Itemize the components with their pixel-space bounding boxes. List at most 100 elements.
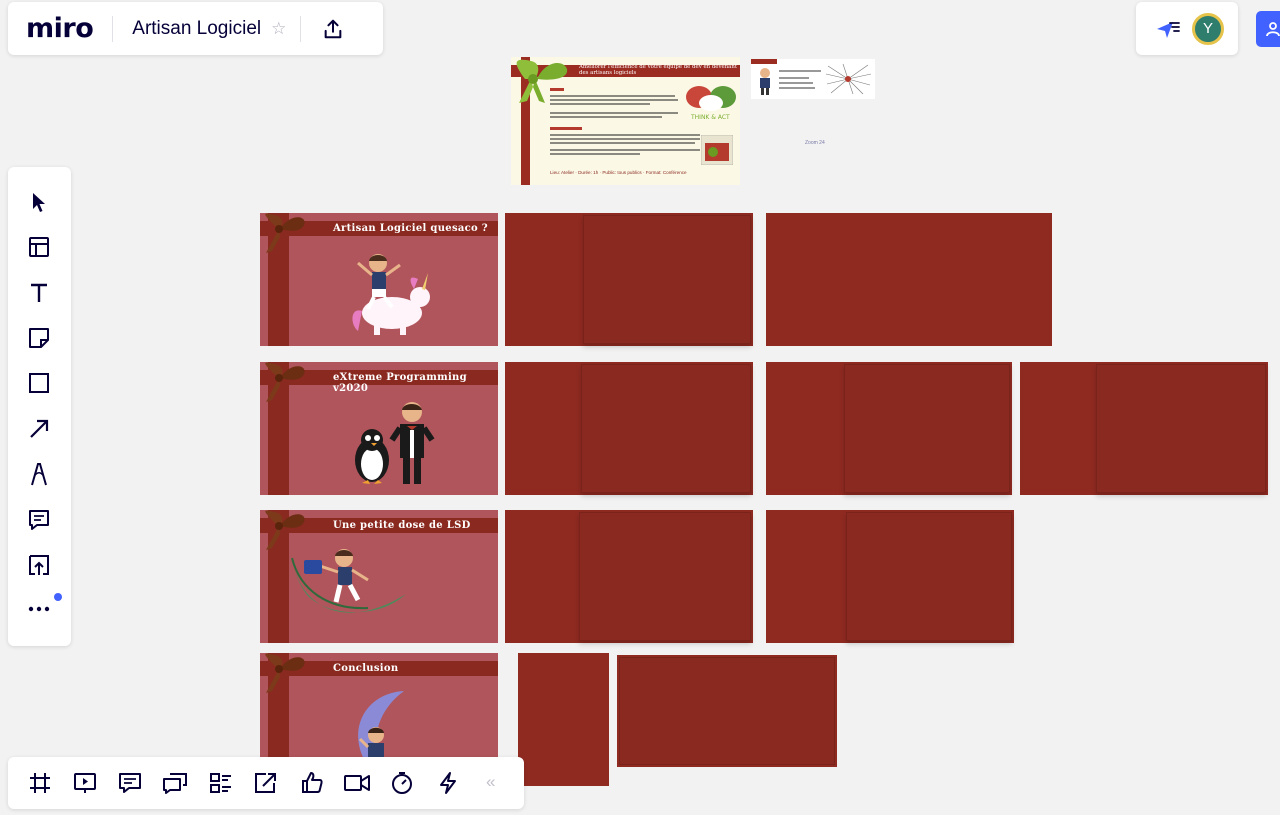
doc-text-line — [550, 112, 678, 114]
comments-button[interactable] — [116, 769, 144, 797]
creation-toolbar — [8, 167, 71, 646]
doves-illustration: THINK & ACT — [686, 86, 736, 121]
collaboration-panel: Y — [1136, 2, 1238, 55]
frame-placeholder[interactable] — [766, 362, 1012, 495]
slide-title: Artisan Logiciel quesaco ? — [333, 223, 488, 234]
frame-inner-card[interactable] — [619, 657, 835, 765]
board-title[interactable]: Artisan Logiciel — [132, 18, 261, 40]
voting-button[interactable] — [298, 769, 326, 797]
sticky-note-tool[interactable] — [25, 324, 53, 352]
user-icon — [1266, 22, 1280, 37]
card-button[interactable] — [207, 769, 235, 797]
slide-lsd[interactable]: Une petite dose de LSD — [260, 510, 498, 643]
book-cover-illustration — [701, 135, 733, 165]
avatar-sticker-icon — [760, 68, 770, 95]
reactions-button[interactable] — [1154, 15, 1182, 43]
doc-footer: Lieu: Atelier · Durée: 1h · Public: tous… — [550, 170, 687, 175]
slide-title: Conclusion — [333, 663, 399, 674]
frame-inner-card[interactable] — [846, 512, 1012, 641]
lightning-icon — [440, 772, 456, 794]
miro-logo[interactable]: miro — [26, 13, 94, 44]
doc-section-heading — [550, 127, 582, 130]
sticky-note-icon — [29, 328, 49, 348]
doc-text-line — [550, 116, 662, 118]
export-button[interactable] — [319, 15, 347, 43]
upload-icon — [29, 555, 49, 575]
comment-icon — [29, 510, 49, 530]
frame-inner-card[interactable] — [579, 512, 751, 641]
frame-inner-card[interactable] — [1096, 364, 1266, 493]
square-icon — [29, 373, 49, 393]
frame-placeholder[interactable] — [1020, 362, 1268, 495]
mini-text-line — [779, 87, 815, 89]
frame-placeholder[interactable] — [505, 362, 753, 495]
doc-text-line — [550, 149, 700, 151]
shape-tool[interactable] — [25, 369, 53, 397]
connection-line-tool[interactable] — [25, 415, 53, 443]
slide-title: Une petite dose de LSD — [333, 520, 471, 531]
green-bow-icon — [516, 59, 568, 103]
svg-text:THINK & ACT: THINK & ACT — [690, 114, 730, 121]
presentation-button[interactable] — [71, 769, 99, 797]
cursor-icon — [33, 193, 45, 212]
notification-dot — [54, 593, 62, 601]
templates-icon — [29, 237, 49, 257]
more-tools-button[interactable] — [25, 595, 53, 623]
presentation-icon — [74, 773, 96, 793]
collaboration-toolbar: « — [8, 757, 524, 809]
video-chat-button[interactable] — [343, 769, 371, 797]
doc-section-heading — [550, 88, 564, 91]
doc-text-line — [550, 134, 700, 136]
frame-placeholder[interactable] — [766, 510, 1014, 643]
frames-button[interactable] — [26, 769, 54, 797]
upload-tool[interactable] — [25, 551, 53, 579]
comment-tool[interactable] — [25, 506, 53, 534]
pen-tool[interactable] — [25, 460, 53, 488]
share-screen-icon — [255, 773, 276, 793]
mindmap-icon — [825, 63, 872, 95]
tiny-canvas-label: Zoom 24 — [805, 140, 825, 146]
frame-placeholder[interactable] — [518, 653, 609, 786]
user-avatar[interactable]: Y — [1192, 12, 1224, 45]
penguin-and-man-illustration — [355, 402, 435, 484]
chat-button[interactable] — [161, 769, 189, 797]
frame-inner-card[interactable] — [583, 215, 751, 344]
frame-placeholder[interactable] — [617, 655, 837, 767]
templates-tool[interactable] — [25, 233, 53, 261]
collapse-toolbar-icon[interactable]: « — [486, 772, 495, 792]
cursor-filter-icon — [1157, 21, 1180, 38]
frame-inner-card[interactable] — [581, 364, 751, 493]
frame-icon — [30, 773, 50, 793]
mindmap-card[interactable] — [751, 59, 875, 99]
slide-extreme-programming[interactable]: eXtreme Programming v2020 — [260, 362, 498, 495]
video-camera-icon — [344, 775, 370, 791]
more-icon — [28, 606, 50, 612]
board-header: miro Artisan Logiciel ☆ — [8, 2, 383, 55]
doc-text-line — [550, 99, 678, 101]
ribbon-bow-icon — [265, 213, 305, 253]
card-list-icon — [210, 773, 231, 793]
comments-list-icon — [119, 773, 141, 793]
text-tool[interactable] — [25, 279, 53, 307]
frame-placeholder[interactable] — [505, 510, 753, 643]
doc-text-line — [550, 103, 650, 105]
frame-placeholder[interactable] — [766, 213, 1052, 346]
frame-inner-card[interactable] — [844, 364, 1010, 493]
thumbs-up-icon — [302, 772, 323, 793]
magic-carpet-illustration — [291, 549, 406, 613]
timer-button[interactable] — [388, 769, 416, 797]
frame-placeholder[interactable] — [505, 213, 753, 346]
activity-button[interactable] — [434, 769, 462, 797]
share-button[interactable] — [1256, 11, 1280, 47]
mini-text-line — [779, 82, 813, 84]
share-screen-button[interactable] — [252, 769, 280, 797]
pen-icon — [31, 463, 47, 486]
doc-text-line — [550, 153, 640, 155]
ribbon-bow-icon — [265, 362, 305, 402]
star-icon[interactable]: ☆ — [271, 19, 286, 39]
document-card[interactable]: Améliorer l'efficience de votre équipe d… — [511, 57, 740, 185]
slide-artisan-logiciel[interactable]: Artisan Logiciel quesaco ? — [260, 213, 498, 346]
doc-text-line — [550, 142, 695, 144]
divider — [112, 15, 114, 42]
select-tool[interactable] — [25, 188, 53, 216]
